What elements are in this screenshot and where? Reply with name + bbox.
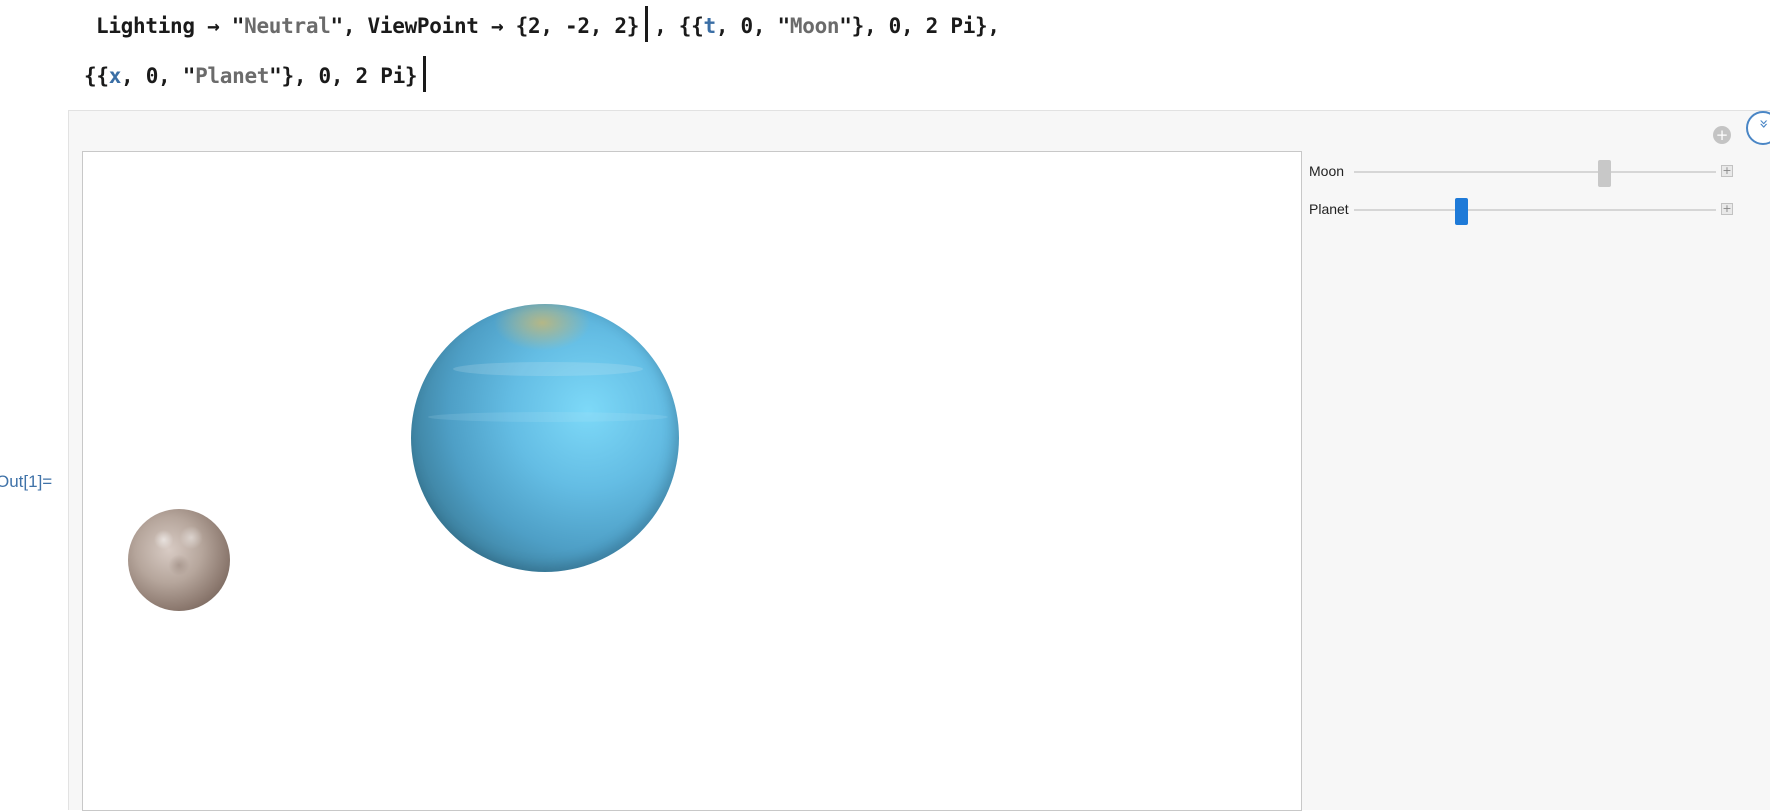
bracket-mark bbox=[645, 6, 649, 42]
moon-label: Moon bbox=[1309, 163, 1345, 179]
planet-cloud-band bbox=[453, 362, 643, 376]
code-token: , {{ bbox=[654, 14, 704, 38]
output-label: Out[1]= bbox=[0, 472, 53, 491]
code-token: Moon bbox=[789, 14, 840, 38]
code-token: Lighting bbox=[96, 14, 195, 38]
code-token: Neutral bbox=[244, 14, 331, 38]
code-token: , 0, " bbox=[121, 64, 196, 88]
code-token: ", ViewPoint → {2, -2, 2} bbox=[330, 14, 640, 38]
code-token: "}, 0, 2 Pi}, bbox=[839, 14, 1000, 38]
planet-cloud-band bbox=[428, 412, 668, 422]
graphics-3d-canvas[interactable] bbox=[82, 151, 1302, 811]
planet-expand-icon[interactable]: + bbox=[1721, 203, 1733, 215]
code-token: "}, 0, 2 Pi} bbox=[269, 64, 418, 88]
moon-control: Moon + bbox=[1306, 160, 1746, 187]
plus-circle-icon[interactable]: + bbox=[1713, 126, 1731, 144]
code-token: , 0, " bbox=[715, 14, 790, 38]
code-line-1[interactable]: Lighting → "Neutral", ViewPoint → {2, -2… bbox=[96, 6, 1000, 42]
planet-label: Planet bbox=[1309, 201, 1349, 217]
planet-slider-thumb[interactable] bbox=[1455, 198, 1469, 225]
code-token: x bbox=[108, 64, 122, 88]
code-token: {{ bbox=[84, 64, 109, 88]
planet-slider-track[interactable] bbox=[1354, 198, 1716, 225]
planet-sphere bbox=[411, 304, 679, 572]
code-token: → " bbox=[194, 14, 245, 38]
moon-slider-thumb[interactable] bbox=[1598, 160, 1612, 187]
code-token: t bbox=[703, 14, 716, 38]
moon-sphere bbox=[128, 509, 230, 611]
code-line-2[interactable]: {{x, 0, "Planet"}, 0, 2 Pi} bbox=[84, 56, 432, 92]
planet-control: Planet + bbox=[1306, 198, 1746, 225]
code-token: Planet bbox=[195, 64, 270, 88]
bracket-mark bbox=[423, 56, 427, 92]
moon-expand-icon[interactable]: + bbox=[1721, 165, 1733, 177]
moon-slider-track[interactable] bbox=[1354, 160, 1716, 187]
